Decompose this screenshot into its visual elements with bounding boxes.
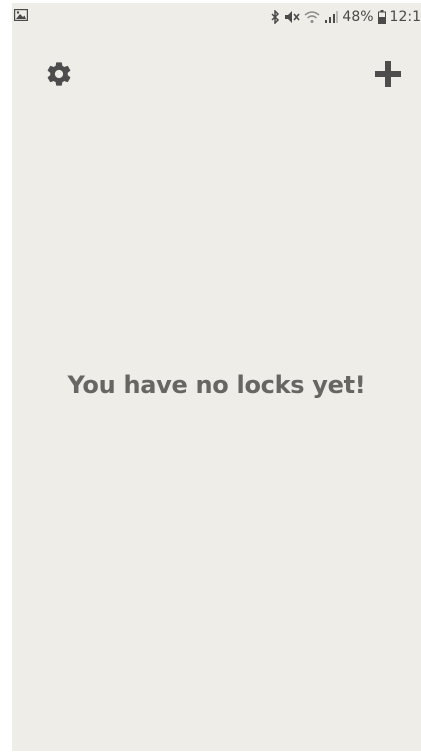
add-lock-button[interactable]: [371, 57, 405, 91]
bluetooth-icon: [271, 10, 280, 24]
empty-state-message: You have no locks yet!: [67, 371, 366, 399]
status-left: [14, 9, 28, 25]
status-right: 48% 12:1: [270, 9, 421, 25]
battery-icon: [377, 10, 386, 24]
app-bar: [12, 53, 421, 97]
gear-icon: [47, 62, 71, 86]
battery-percent: 48%: [342, 9, 374, 25]
status-bar: 48% 12:1: [12, 3, 421, 33]
plus-icon: [375, 61, 401, 87]
gallery-icon: [14, 9, 28, 21]
signal-icon: [325, 11, 339, 23]
settings-button[interactable]: [42, 57, 76, 91]
app-screen: 48% 12:1 You have no locks yet!: [12, 3, 421, 751]
mute-icon: [285, 11, 301, 23]
wifi-icon: [304, 11, 320, 23]
clock: 12:1: [389, 9, 421, 25]
